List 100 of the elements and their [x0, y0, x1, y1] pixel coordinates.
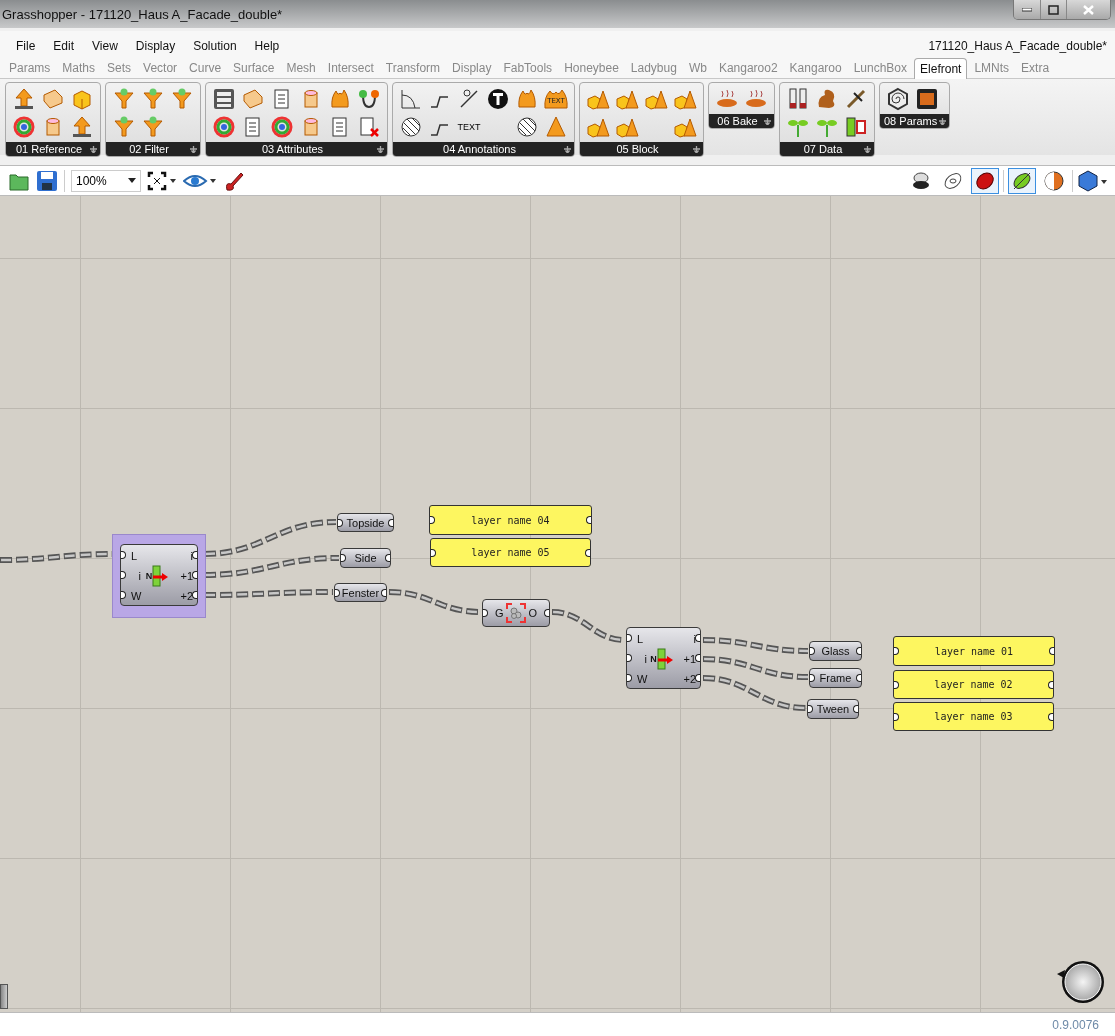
- color-wheel-icon[interactable]: [12, 115, 36, 139]
- menu-item[interactable]: File: [8, 39, 46, 53]
- component-node[interactable]: L i i +1 W +2 N: [120, 544, 198, 606]
- input-label: L: [130, 549, 139, 564]
- expand-icon[interactable]: [939, 118, 947, 125]
- expand-icon[interactable]: [90, 146, 97, 153]
- expand-icon[interactable]: [377, 146, 384, 153]
- output-label: +1: [682, 652, 696, 667]
- cone-icon[interactable]: [544, 115, 568, 139]
- flame-icon[interactable]: [328, 87, 352, 111]
- ribbon-group-label[interactable]: 02 Filter: [106, 142, 200, 156]
- output-label: i: [692, 632, 696, 647]
- arrow-up-icon[interactable]: [70, 115, 94, 139]
- funnel-icon[interactable]: [141, 87, 165, 111]
- expand-icon[interactable]: [864, 146, 871, 153]
- caret-icon: [128, 178, 136, 183]
- text-panel[interactable]: layer name 01: [893, 636, 1055, 666]
- document-delete-icon[interactable]: [357, 115, 381, 139]
- menu-item[interactable]: Solution: [185, 39, 247, 53]
- sphere-icon[interactable]: [1077, 169, 1107, 192]
- tab[interactable]: Elefront: [914, 58, 968, 79]
- color-wheel-icon[interactable]: [270, 115, 294, 139]
- input-label: L: [636, 632, 645, 647]
- window-title: Grasshopper - 171120_Haus A_Facade_double*: [2, 6, 283, 22]
- expand-icon[interactable]: [190, 146, 197, 153]
- display-mode-button[interactable]: [1008, 167, 1036, 194]
- close-button[interactable]: [1066, 0, 1110, 19]
- wedge-icon[interactable]: [41, 87, 65, 111]
- menu-item[interactable]: View: [84, 39, 128, 53]
- oven-icon[interactable]: [915, 87, 939, 111]
- text-panel[interactable]: layer name 04: [429, 505, 592, 535]
- wedge-icon[interactable]: [241, 87, 265, 111]
- scrollbar-thumb[interactable]: [0, 984, 8, 1009]
- ribbon-group-label[interactable]: 05 Block: [580, 142, 703, 156]
- output-label: +1: [179, 569, 193, 584]
- half-sphere-icon: [1043, 169, 1065, 192]
- menu-item[interactable]: Edit: [45, 39, 85, 53]
- parameter-node[interactable]: Frame: [809, 668, 862, 688]
- split-arrow-icon: [152, 565, 169, 587]
- parameter-node[interactable]: Glass: [809, 641, 862, 661]
- parameter-node[interactable]: Side: [340, 548, 391, 568]
- expand-icon[interactable]: [764, 118, 771, 125]
- funnel-icon[interactable]: [112, 115, 136, 139]
- save-icon[interactable]: [36, 169, 58, 192]
- ribbon-group-label[interactable]: 08 Params: [880, 114, 950, 128]
- ribbon-group-label[interactable]: 01 Reference: [6, 142, 100, 156]
- text-panel[interactable]: layer name 05: [430, 538, 591, 567]
- zoom-dropdown[interactable]: 100%: [71, 169, 141, 192]
- ribbon-group-label[interactable]: 04 Annotations: [393, 142, 574, 156]
- letter-circle-icon[interactable]: [486, 87, 510, 111]
- wheat-icon[interactable]: [844, 87, 868, 111]
- expand-icon[interactable]: [564, 146, 571, 153]
- close-icon: [1083, 4, 1094, 15]
- ribbon-group-label[interactable]: 06 Bake: [709, 114, 774, 128]
- maximize-icon: [1048, 4, 1059, 15]
- arrow-up-icon[interactable]: [12, 87, 36, 111]
- ribbon-group-label[interactable]: 03 Attributes: [206, 142, 387, 156]
- layers-icon[interactable]: [212, 87, 236, 111]
- output-label: +2: [682, 672, 696, 687]
- document-name: 171120_Haus A_Facade_double*: [928, 39, 1107, 53]
- zoom-extents-icon[interactable]: [147, 170, 177, 191]
- shaded-icon: [974, 169, 996, 192]
- display-mode-button[interactable]: [971, 167, 999, 194]
- funnel-icon[interactable]: [141, 115, 165, 139]
- preview-shape-icon: [910, 169, 932, 192]
- angle-dimension-icon[interactable]: [399, 87, 423, 111]
- version-label: 0.9.0076: [1052, 1017, 1099, 1032]
- parameter-node[interactable]: Fenster: [334, 583, 387, 602]
- spiral-hexagon-icon[interactable]: [886, 87, 910, 111]
- component-node[interactable]: L i i +1 W +2 N: [626, 627, 701, 689]
- parameter-node[interactable]: Topside: [337, 513, 394, 532]
- color-wheel-icon[interactable]: [212, 115, 236, 139]
- funnel-icon[interactable]: [112, 87, 136, 111]
- hatch-icon[interactable]: [399, 115, 423, 139]
- node-icon-letter: N: [650, 654, 657, 664]
- parameter-node[interactable]: Tween: [807, 699, 859, 719]
- minimize-button[interactable]: [1014, 0, 1040, 19]
- meter-icon[interactable]: [844, 115, 868, 139]
- menu-item[interactable]: Display: [127, 39, 186, 53]
- ribbon-group-label[interactable]: 07 Data: [780, 142, 874, 156]
- split-arrow-icon: [656, 648, 673, 670]
- input-label: W: [130, 589, 141, 604]
- text-panel[interactable]: layer name 02: [893, 670, 1054, 699]
- output-label: i: [189, 549, 193, 564]
- text-tool-label[interactable]: TEXT: [457, 122, 481, 132]
- expand-icon[interactable]: [693, 146, 700, 153]
- text-panel[interactable]: layer name 03: [893, 702, 1054, 731]
- output-label: O: [528, 607, 537, 619]
- connected-nodes-icon[interactable]: [357, 87, 381, 111]
- maximize-button[interactable]: [1040, 0, 1066, 19]
- menu-item[interactable]: Help: [246, 39, 290, 53]
- group-icon: [506, 603, 526, 623]
- input-label: i: [137, 569, 141, 584]
- saw-icon[interactable]: [786, 87, 810, 111]
- hatch-icon[interactable]: [515, 115, 539, 139]
- minimize-icon: [1022, 7, 1032, 12]
- output-label: +2: [179, 589, 193, 604]
- funnel-icon[interactable]: [170, 87, 194, 111]
- group-node[interactable]: G O: [482, 599, 550, 627]
- input-label: i: [643, 652, 647, 667]
